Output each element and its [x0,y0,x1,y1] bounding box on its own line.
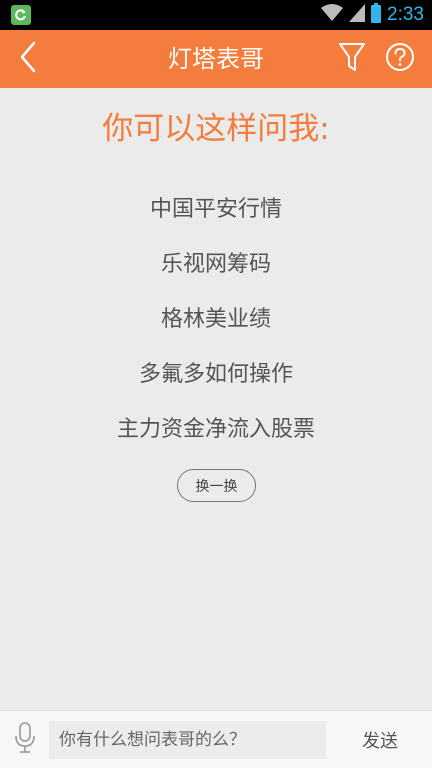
suggestion-list: 中国平安行情 乐视网筹码 格林美业绩 多氟多如何操作 主力资金净流入股票 [0,190,432,465]
suggestion-item[interactable]: 格林美业绩 [0,300,432,355]
filter-button[interactable] [332,39,372,79]
status-time: 2:33 [387,4,424,25]
suggestion-item[interactable]: 主力资金净流入股票 [0,410,432,465]
suggestion-item[interactable]: 乐视网筹码 [0,245,432,300]
battery-icon [371,3,382,27]
send-button[interactable]: 发送 [340,721,420,759]
wifi-icon [321,4,344,26]
prompt-heading: 你可以这样问我: [102,111,330,147]
status-icons: 2:33 [321,0,424,30]
app-notification-icon [11,5,31,25]
help-button[interactable] [380,39,420,79]
status-bar: 2:33 [0,0,432,30]
input-bar: 发送 [0,710,432,768]
suggestion-item[interactable]: 多氟多如何操作 [0,355,432,410]
microphone-icon [13,721,37,759]
refresh-button[interactable]: 换一换 [177,469,256,502]
signal-icon [349,4,366,26]
query-input[interactable] [49,721,326,759]
voice-input-button[interactable] [8,721,42,759]
page-title: 灯塔表哥 [168,45,264,73]
help-question-icon [385,42,415,76]
back-button[interactable] [8,39,48,79]
title-bar: 灯塔表哥 [0,30,432,88]
suggestion-item[interactable]: 中国平安行情 [0,190,432,245]
back-arrow-icon [18,40,38,78]
filter-funnel-icon [338,41,366,77]
